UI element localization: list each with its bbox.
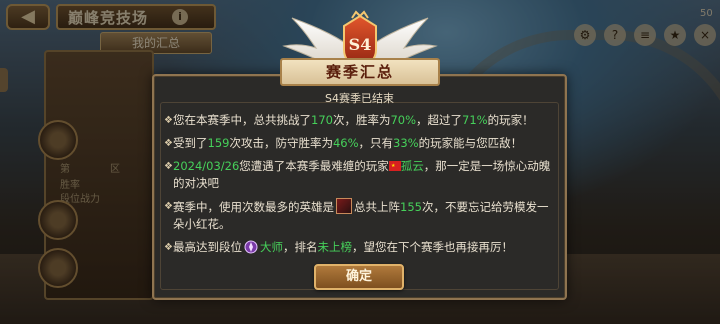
confirm-button[interactable]: 确定 [314,264,404,290]
bullet-icon: ❖ [164,242,173,253]
hero-portrait-icon[interactable] [336,198,352,214]
attacked-count: 159 [207,136,230,150]
bullet-icon: ❖ [164,138,173,149]
master-rank-icon [244,240,258,254]
summary-line-defense: ❖ 受到了159次攻击，防守胜率为46%，只有33%的玩家能与您匹敌！ [164,136,523,150]
hero-usage-count: 155 [400,200,422,214]
bullet-icon: ❖ [164,115,173,126]
challenge-count: 170 [311,113,333,127]
svg-text:★: ★ [391,163,396,169]
defense-win-rate: 46% [332,136,359,150]
summary-line-hero: ❖ 赛季中，使用次数最多的英雄是 总共上阵155次，不要忘记给劳模发一朵小红花。 [164,198,549,231]
summary-lines: ❖ 您在本赛季中，总共挑战了170次，胜率为70%，超过了71%的玩家！ ❖ 受… [164,112,559,262]
summary-line-challenges: ❖ 您在本赛季中，总共挑战了170次，胜率为70%，超过了71%的玩家！ [164,113,534,127]
rival-player-name[interactable]: 孤云 [401,159,424,173]
bullet-icon: ❖ [164,201,173,212]
season-ended-subtitle: S4赛季已结束 [325,92,394,105]
summary-line-rival: ❖ 2024/03/26您遭遇了本赛季最难缠的玩家 ★ 孤云，那一定是一场惊心动魄的… [164,159,551,190]
dialog-title: 赛季汇总 [280,58,440,86]
win-rate: 70% [390,113,417,127]
rival-date: 2024/03/26 [173,159,240,173]
exceed-percent: 71% [462,113,488,127]
flag-icon: ★ [388,161,401,171]
season-summary-dialog: S4赛季已结束 ❖ 您在本赛季中，总共挑战了170次，胜率为70%，超过了71%… [152,74,567,300]
bullet-icon: ❖ [164,161,173,172]
ranking-status: 未上榜 [317,240,353,254]
summary-line-rank: ❖ 最高达到段位 大师，排名未上榜，望您在下个赛季也再接再厉！ [164,240,513,254]
rank-name: 大师 [260,240,283,254]
season-badge: S4 [348,35,372,54]
match-percent: 33% [393,136,419,150]
